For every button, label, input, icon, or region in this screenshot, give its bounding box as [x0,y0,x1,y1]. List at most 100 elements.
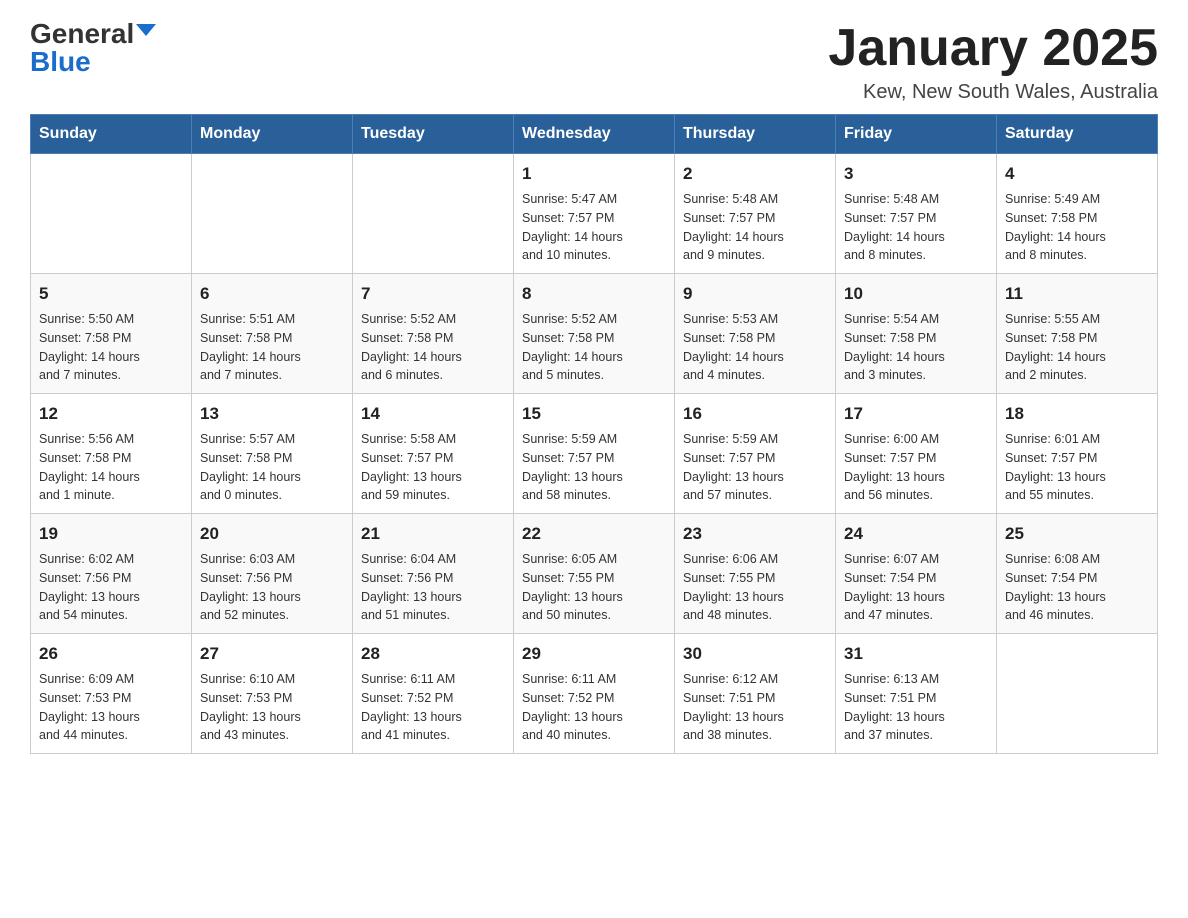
empty-cell [192,154,353,274]
day-info-3: Sunrise: 5:48 AM Sunset: 7:57 PM Dayligh… [844,192,945,263]
day-cell-16: 16 Sunrise: 5:59 AM Sunset: 7:57 PM Dayli… [675,394,836,514]
day-number-15: 15 [522,402,666,427]
day-info-29: Sunrise: 6:11 AM Sunset: 7:52 PM Dayligh… [522,672,623,743]
day-info-6: Sunrise: 5:51 AM Sunset: 7:58 PM Dayligh… [200,312,301,383]
day-cell-19: 19 Sunrise: 6:02 AM Sunset: 7:56 PM Dayli… [31,514,192,634]
day-number-24: 24 [844,522,988,547]
day-number-17: 17 [844,402,988,427]
day-info-11: Sunrise: 5:55 AM Sunset: 7:58 PM Dayligh… [1005,312,1106,383]
day-number-6: 6 [200,282,344,307]
day-info-9: Sunrise: 5:53 AM Sunset: 7:58 PM Dayligh… [683,312,784,383]
day-cell-17: 17 Sunrise: 6:00 AM Sunset: 7:57 PM Dayli… [836,394,997,514]
day-info-19: Sunrise: 6:02 AM Sunset: 7:56 PM Dayligh… [39,552,140,623]
week-row-3: 12 Sunrise: 5:56 AM Sunset: 7:58 PM Dayli… [31,394,1158,514]
empty-cell [353,154,514,274]
day-cell-25: 25Sunrise: 6:08 AM Sunset: 7:54 PM Dayli… [997,514,1158,634]
day-cell-8: 8 Sunrise: 5:52 AM Sunset: 7:58 PM Daylig… [514,274,675,394]
day-number-14: 14 [361,402,505,427]
day-number-4: 4 [1005,162,1149,187]
day-cell-13: 13 Sunrise: 5:57 AM Sunset: 7:58 PM Dayli… [192,394,353,514]
day-cell-2: 2Sunrise: 5:48 AM Sunset: 7:57 PM Daylig… [675,154,836,274]
day-info-12: Sunrise: 5:56 AM Sunset: 7:58 PM Dayligh… [39,432,140,503]
day-number-28: 28 [361,642,505,667]
day-info-25: Sunrise: 6:08 AM Sunset: 7:54 PM Dayligh… [1005,552,1106,623]
day-info-21: Sunrise: 6:04 AM Sunset: 7:56 PM Dayligh… [361,552,462,623]
day-number-27: 27 [200,642,344,667]
day-info-7: Sunrise: 5:52 AM Sunset: 7:58 PM Dayligh… [361,312,462,383]
page-header: General Blue January 2025 Kew, New South… [30,20,1158,104]
week-row-2: 5Sunrise: 5:50 AM Sunset: 7:58 PM Daylig… [31,274,1158,394]
day-number-21: 21 [361,522,505,547]
day-cell-6: 6 Sunrise: 5:51 AM Sunset: 7:58 PM Daylig… [192,274,353,394]
day-number-7: 7 [361,282,505,307]
day-cell-24: 24 Sunrise: 6:07 AM Sunset: 7:54 PM Dayli… [836,514,997,634]
day-number-9: 9 [683,282,827,307]
day-cell-1: 1Sunrise: 5:47 AM Sunset: 7:57 PM Daylig… [514,154,675,274]
day-info-8: Sunrise: 5:52 AM Sunset: 7:58 PM Dayligh… [522,312,623,383]
day-cell-22: 22 Sunrise: 6:05 AM Sunset: 7:55 PM Dayli… [514,514,675,634]
logo: General Blue [30,20,156,76]
day-number-2: 2 [683,162,827,187]
day-cell-12: 12 Sunrise: 5:56 AM Sunset: 7:58 PM Dayli… [31,394,192,514]
day-cell-9: 9 Sunrise: 5:53 AM Sunset: 7:58 PM Daylig… [675,274,836,394]
day-info-30: Sunrise: 6:12 AM Sunset: 7:51 PM Dayligh… [683,672,784,743]
day-cell-30: 30 Sunrise: 6:12 AM Sunset: 7:51 PM Dayli… [675,634,836,754]
empty-cell [31,154,192,274]
header-monday: Monday [192,115,353,154]
day-cell-21: 21 Sunrise: 6:04 AM Sunset: 7:56 PM Dayli… [353,514,514,634]
day-number-23: 23 [683,522,827,547]
day-number-8: 8 [522,282,666,307]
day-cell-23: 23 Sunrise: 6:06 AM Sunset: 7:55 PM Dayli… [675,514,836,634]
day-cell-3: 3 Sunrise: 5:48 AM Sunset: 7:57 PM Daylig… [836,154,997,274]
logo-arrow-icon [136,24,156,36]
day-cell-27: 27 Sunrise: 6:10 AM Sunset: 7:53 PM Dayli… [192,634,353,754]
day-number-5: 5 [39,282,183,307]
day-number-29: 29 [522,642,666,667]
day-info-18: Sunrise: 6:01 AM Sunset: 7:57 PM Dayligh… [1005,432,1106,503]
day-cell-18: 18 Sunrise: 6:01 AM Sunset: 7:57 PM Dayli… [997,394,1158,514]
day-number-30: 30 [683,642,827,667]
day-info-16: Sunrise: 5:59 AM Sunset: 7:57 PM Dayligh… [683,432,784,503]
day-info-26: Sunrise: 6:09 AM Sunset: 7:53 PM Dayligh… [39,672,140,743]
logo-blue: Blue [30,48,91,76]
day-cell-14: 14 Sunrise: 5:58 AM Sunset: 7:57 PM Dayli… [353,394,514,514]
day-info-27: Sunrise: 6:10 AM Sunset: 7:53 PM Dayligh… [200,672,301,743]
day-number-19: 19 [39,522,183,547]
day-cell-10: 10Sunrise: 5:54 AM Sunset: 7:58 PM Dayli… [836,274,997,394]
week-row-4: 19 Sunrise: 6:02 AM Sunset: 7:56 PM Dayli… [31,514,1158,634]
week-row-5: 26Sunrise: 6:09 AM Sunset: 7:53 PM Dayli… [31,634,1158,754]
day-number-20: 20 [200,522,344,547]
day-number-12: 12 [39,402,183,427]
day-info-15: Sunrise: 5:59 AM Sunset: 7:57 PM Dayligh… [522,432,623,503]
calendar-header-row: SundayMondayTuesdayWednesdayThursdayFrid… [31,115,1158,154]
logo-general: General [30,20,134,48]
day-cell-4: 4Sunrise: 5:49 AM Sunset: 7:58 PM Daylig… [997,154,1158,274]
location-title: Kew, New South Wales, Australia [828,81,1158,104]
header-sunday: Sunday [31,115,192,154]
day-info-24: Sunrise: 6:07 AM Sunset: 7:54 PM Dayligh… [844,552,945,623]
day-number-31: 31 [844,642,988,667]
day-info-14: Sunrise: 5:58 AM Sunset: 7:57 PM Dayligh… [361,432,462,503]
day-number-18: 18 [1005,402,1149,427]
day-info-23: Sunrise: 6:06 AM Sunset: 7:55 PM Dayligh… [683,552,784,623]
day-info-17: Sunrise: 6:00 AM Sunset: 7:57 PM Dayligh… [844,432,945,503]
day-info-13: Sunrise: 5:57 AM Sunset: 7:58 PM Dayligh… [200,432,301,503]
day-number-16: 16 [683,402,827,427]
day-info-22: Sunrise: 6:05 AM Sunset: 7:55 PM Dayligh… [522,552,623,623]
title-block: January 2025 Kew, New South Wales, Austr… [828,20,1158,104]
day-number-1: 1 [522,162,666,187]
header-thursday: Thursday [675,115,836,154]
day-info-28: Sunrise: 6:11 AM Sunset: 7:52 PM Dayligh… [361,672,462,743]
day-info-20: Sunrise: 6:03 AM Sunset: 7:56 PM Dayligh… [200,552,301,623]
day-number-11: 11 [1005,282,1149,307]
day-cell-31: 31 Sunrise: 6:13 AM Sunset: 7:51 PM Dayli… [836,634,997,754]
header-friday: Friday [836,115,997,154]
day-info-31: Sunrise: 6:13 AM Sunset: 7:51 PM Dayligh… [844,672,945,743]
day-number-3: 3 [844,162,988,187]
day-number-22: 22 [522,522,666,547]
day-cell-5: 5Sunrise: 5:50 AM Sunset: 7:58 PM Daylig… [31,274,192,394]
month-title: January 2025 [828,20,1158,77]
day-number-10: 10 [844,282,988,307]
day-cell-20: 20 Sunrise: 6:03 AM Sunset: 7:56 PM Dayli… [192,514,353,634]
day-number-13: 13 [200,402,344,427]
